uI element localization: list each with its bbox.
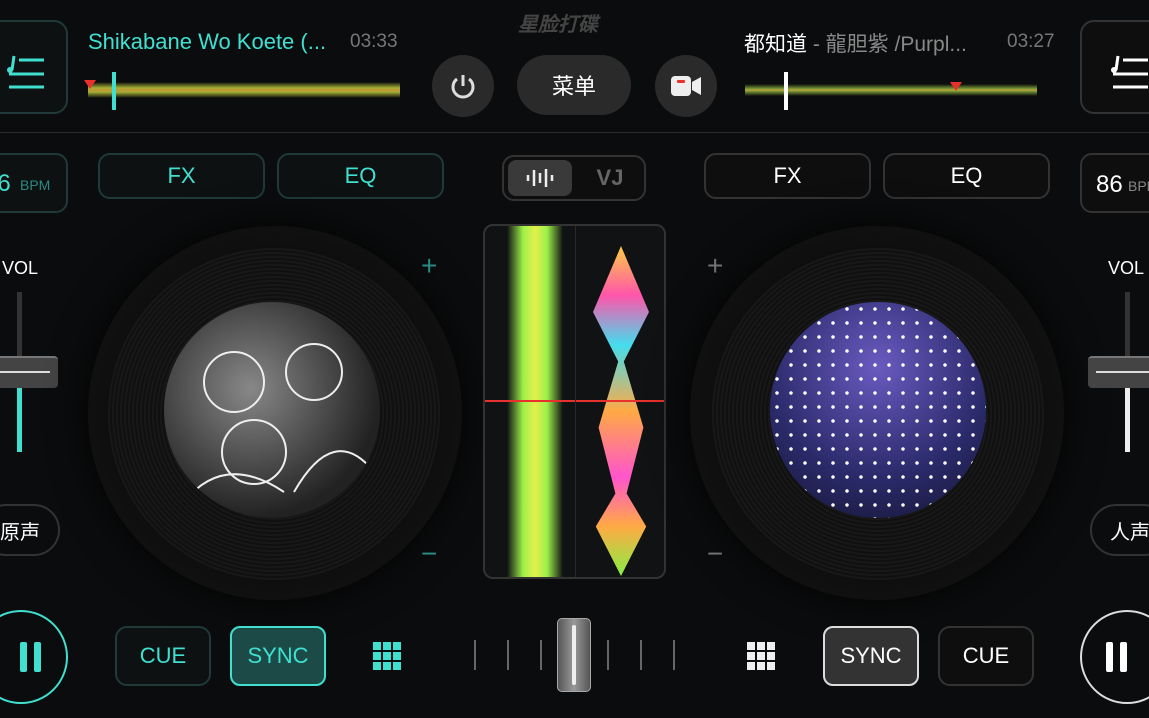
left-album-art	[164, 302, 380, 518]
album-art-sketch	[183, 343, 375, 503]
view-toggle: VJ	[502, 155, 646, 201]
left-play-pause-button[interactable]	[0, 610, 68, 704]
right-track-duration: 03:27	[1007, 31, 1055, 52]
left-track-duration: 03:33	[350, 31, 398, 52]
crossfader-tick	[474, 640, 476, 670]
video-record-icon	[671, 76, 701, 96]
right-pitch-minus[interactable]: −	[707, 538, 723, 570]
right-cue-button[interactable]: CUE	[938, 626, 1034, 686]
right-eq-button[interactable]: EQ	[883, 153, 1050, 199]
left-playlist-button[interactable]	[0, 20, 68, 114]
right-overview-waveform[interactable]	[745, 70, 1037, 110]
left-bpm-value: 86	[0, 170, 11, 197]
right-vol-label: VOL	[1108, 258, 1145, 278]
left-pitch-minus[interactable]: −	[421, 538, 437, 570]
right-fx-button[interactable]: FX	[704, 153, 871, 199]
crossfader-tick	[607, 640, 609, 670]
right-pitch-plus[interactable]: +	[707, 250, 723, 282]
tab-waveform[interactable]	[508, 160, 572, 196]
right-bpm-unit: BPM	[1128, 178, 1149, 194]
left-playhead	[112, 72, 116, 110]
right-cue-marker	[950, 82, 962, 91]
crossfader-handle[interactable]	[557, 618, 591, 692]
left-track-title: Shikabane Wo Koete (...	[88, 29, 327, 54]
left-scrolling-waveform	[495, 226, 575, 577]
right-pads-grid-icon[interactable]	[747, 642, 775, 670]
right-track-title: 都知道	[744, 33, 807, 56]
waveform-icon	[526, 169, 554, 187]
right-playlist-button[interactable]	[1080, 20, 1149, 114]
left-bpm-unit: BPM	[20, 177, 51, 193]
left-pads-grid-icon[interactable]	[373, 642, 401, 670]
pause-icon	[1106, 642, 1127, 672]
right-album-art	[770, 302, 986, 518]
left-fx-button[interactable]: FX	[98, 153, 265, 199]
left-vocal-button[interactable]: 原声	[0, 504, 60, 556]
center-divider	[575, 226, 576, 577]
left-cue-marker	[84, 80, 96, 89]
right-playhead	[784, 72, 788, 110]
pause-icon	[20, 642, 41, 672]
left-sync-button[interactable]: SYNC	[230, 626, 326, 686]
right-bpm-display[interactable]: 86 BPM	[1080, 153, 1149, 213]
power-button[interactable]	[432, 55, 494, 117]
crossfader-tick	[540, 640, 542, 670]
tab-vj[interactable]: VJ	[578, 160, 642, 196]
left-vol-label: VOL	[2, 258, 39, 278]
right-track-artist: - 龍胆紫 /Purpl...	[807, 33, 967, 56]
left-overview-waveform[interactable]	[88, 70, 400, 110]
left-eq-button[interactable]: EQ	[277, 153, 444, 199]
crossfader-tick	[673, 640, 675, 670]
dual-waveform-panel[interactable]	[483, 224, 666, 579]
left-cue-button[interactable]: CUE	[115, 626, 211, 686]
right-bpm-value: 86	[1096, 171, 1123, 198]
record-button[interactable]	[655, 55, 717, 117]
header-divider	[0, 132, 1149, 133]
left-bpm-display[interactable]: 86 BPM	[0, 153, 68, 213]
left-vol-slider[interactable]	[0, 356, 58, 388]
right-vol-slider[interactable]	[1088, 356, 1149, 388]
crossfader-tick	[507, 640, 509, 670]
app-logo: 星脸打碟	[518, 14, 598, 36]
right-track-info: 都知道 - 龍胆紫 /Purpl...	[744, 28, 967, 58]
music-list-icon	[7, 55, 44, 89]
right-sync-button[interactable]: SYNC	[823, 626, 919, 686]
right-scrolling-waveform	[593, 246, 649, 576]
right-play-pause-button[interactable]	[1080, 610, 1149, 704]
right-vocal-button[interactable]: 人声	[1090, 504, 1149, 556]
menu-button[interactable]: 菜单	[517, 55, 631, 115]
left-pitch-plus[interactable]: +	[421, 250, 437, 282]
music-list-icon	[1111, 55, 1148, 89]
crossfader-tick	[640, 640, 642, 670]
power-icon	[451, 75, 475, 99]
